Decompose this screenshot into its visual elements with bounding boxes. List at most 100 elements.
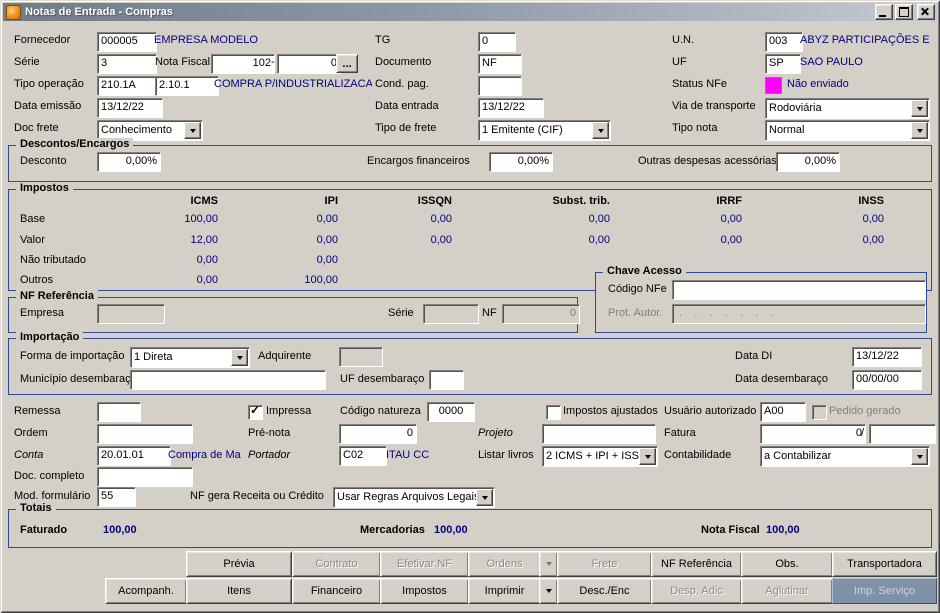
forma-importacao-dropdown-button[interactable] (231, 349, 248, 366)
nota-fiscal-serie-input[interactable]: 0 (277, 54, 341, 74)
documento-input[interactable]: NF (478, 54, 522, 74)
nota-fiscal-numero-input[interactable]: 102 (211, 54, 275, 74)
desp-adic-button: Desp. Adic (651, 578, 742, 604)
desc-enc-button[interactable]: Desc./Enc (557, 578, 652, 604)
outras-despesas-input[interactable]: 0,00% (776, 152, 840, 172)
aglutinar-button: Aglutinar (741, 578, 833, 604)
row-valor-label: Valor (20, 234, 45, 246)
nota-fiscal-browse-button[interactable]: ... (336, 54, 358, 73)
impressa-label: Impressa (266, 405, 312, 417)
cell-base-irrf: 0,00 (720, 213, 742, 225)
ordem-input[interactable] (97, 424, 193, 444)
impostos-button[interactable]: Impostos (380, 578, 469, 604)
faturado-value: 100,00 (103, 524, 137, 536)
uf-desembaraco-input[interactable] (429, 370, 464, 390)
via-transporte-dropdown-button[interactable] (911, 100, 928, 117)
tg-input[interactable]: 0 (478, 32, 516, 52)
doc-frete-label: Doc frete (14, 122, 59, 134)
uf-name: SAO PAULO (800, 56, 863, 68)
col-icms: ICMS (190, 195, 219, 207)
row-nao-tributado-label: Não tributado (20, 254, 87, 266)
fatura-input[interactable]: 0 (760, 424, 866, 444)
mod-formulario-input[interactable]: 55 (97, 487, 136, 507)
tipo-nota-dropdown-button[interactable] (911, 122, 928, 139)
tipo-frete-dropdown-button[interactable] (592, 122, 609, 139)
municipio-desembaraco-input[interactable] (130, 370, 326, 390)
chevron-down-icon (916, 454, 923, 459)
mercadorias-label: Mercadorias (360, 524, 425, 536)
tipo-nota-select[interactable]: Normal (765, 120, 930, 141)
via-transporte-select[interactable]: Rodoviária (765, 98, 930, 119)
obs-button[interactable]: Obs. (741, 551, 833, 577)
tipo-operacao-code1-input[interactable]: 210.1A (97, 76, 161, 96)
contabilidade-select[interactable]: a Contabilizar (760, 446, 930, 467)
doc-frete-dropdown-button[interactable] (184, 122, 201, 139)
portador-input[interactable]: C02 (339, 446, 387, 466)
imprimir-button[interactable]: Imprimir (468, 578, 541, 604)
uf-input[interactable]: SP (765, 54, 801, 74)
contrato-button: Contrato (292, 551, 381, 577)
nf-gera-dropdown-button[interactable] (476, 489, 493, 506)
financeiro-button[interactable]: Financeiro (292, 578, 381, 604)
prot-autor-label: Prot. Autor. (608, 307, 663, 319)
data-emissao-input[interactable]: 13/12/22 (97, 98, 163, 118)
documento-label: Documento (375, 56, 432, 68)
maximize-button[interactable] (895, 4, 913, 20)
codigo-natureza-label: Código natureza (340, 405, 421, 417)
listar-livros-label: Listar livros (478, 449, 534, 461)
mercadorias-value: 100,00 (434, 524, 468, 536)
forma-importacao-select[interactable]: 1 Direta (130, 347, 250, 368)
data-di-input[interactable]: 13/12/22 (852, 347, 922, 367)
usuario-autorizado-input[interactable]: A00 (760, 402, 806, 422)
nf-referencia-button[interactable]: NF Referência (651, 551, 742, 577)
fatura-parcela-input[interactable] (869, 424, 936, 444)
fornecedor-input[interactable]: 000005 (97, 32, 157, 52)
minimize-button[interactable] (875, 4, 893, 20)
listar-livros-dropdown-button[interactable] (639, 448, 656, 465)
nfref-empresa-input (97, 304, 165, 324)
desconto-input[interactable]: 0,00% (97, 152, 161, 172)
projeto-input[interactable] (542, 424, 656, 444)
nfref-serie-input (423, 304, 479, 324)
nf-gera-select[interactable]: Usar Regras Arquivos Legais (333, 487, 495, 508)
remessa-input[interactable] (97, 402, 141, 422)
app-icon (6, 4, 21, 20)
status-nfe-label: Status NFe (672, 78, 728, 90)
chevron-down-icon (916, 106, 923, 111)
chevron-down-icon (481, 495, 488, 500)
imprimir-dropdown-button[interactable] (539, 578, 558, 604)
data-emissao-label: Data emissão (14, 100, 82, 112)
chevron-down-icon (644, 454, 651, 459)
listar-livros-select[interactable]: 2 ICMS + IPI + ISS (542, 446, 658, 467)
previa-button[interactable]: Prévia (186, 551, 292, 577)
data-desembaraco-label: Data desembaraço (735, 373, 828, 385)
doc-completo-input[interactable] (97, 467, 193, 487)
codigo-natureza-input[interactable]: 0000 (427, 402, 475, 422)
acompanh-button[interactable]: Acompanh. (105, 578, 187, 604)
fornecedor-name: EMPRESA MODELO (154, 34, 258, 46)
cond-pag-input[interactable] (478, 76, 522, 96)
close-button[interactable] (917, 4, 935, 20)
impressa-checkbox[interactable] (248, 403, 263, 420)
data-entrada-input[interactable]: 13/12/22 (478, 98, 544, 118)
impostos-ajustados-checkbox[interactable] (546, 405, 561, 420)
title-bar[interactable]: Notas de Entrada - Compras (3, 3, 937, 21)
itens-button[interactable]: Itens (186, 578, 292, 604)
tipo-frete-select[interactable]: 1 Emitente (CIF) (478, 120, 611, 141)
encargos-input[interactable]: 0,00% (489, 152, 553, 172)
conta-label: Conta (14, 449, 44, 461)
contabilidade-value: a Contabilizar (764, 450, 832, 462)
contabilidade-dropdown-button[interactable] (911, 448, 928, 465)
serie-input[interactable]: 3 (97, 54, 157, 74)
portador-label: Portador (248, 449, 291, 461)
conta-input[interactable]: 20.01.01 (97, 446, 171, 466)
data-desembaraco-input[interactable]: 00/00/00 (852, 370, 922, 390)
transportadora-button[interactable]: Transportadora (832, 551, 937, 577)
pre-nota-input[interactable]: 0 (339, 424, 417, 444)
cell-outros-icms: 0,00 (196, 274, 218, 286)
codigo-nfe-input[interactable] (672, 280, 926, 300)
tipo-operacao-code2-input[interactable]: 2.10.1 (155, 76, 219, 96)
un-input[interactable]: 003 (765, 32, 803, 52)
doc-completo-label: Doc. completo (14, 470, 85, 482)
tg-label: TG (375, 34, 391, 46)
